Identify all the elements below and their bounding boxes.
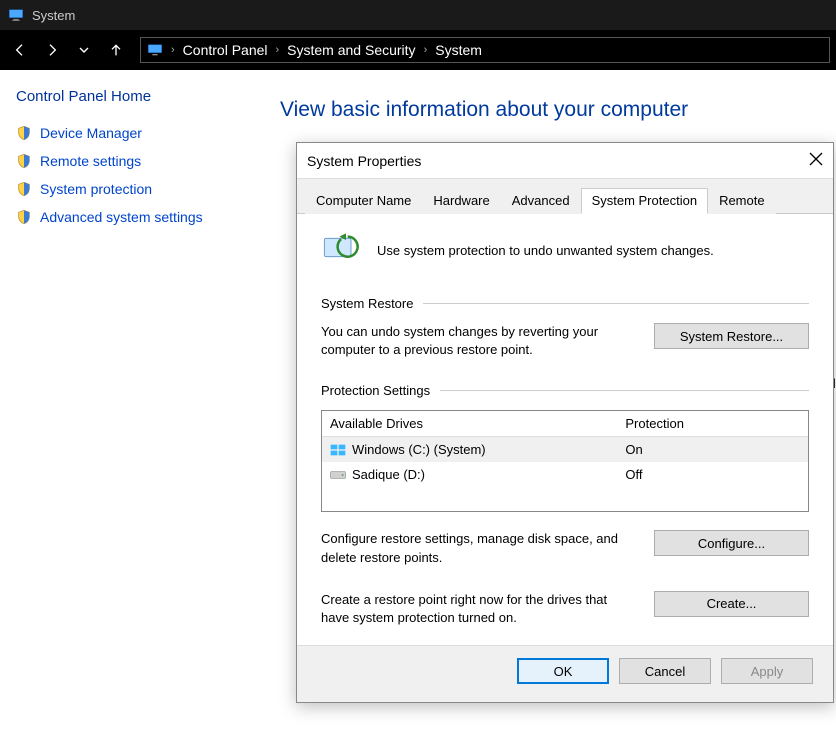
chevron-right-icon: › bbox=[276, 44, 280, 56]
control-panel-home-link[interactable]: Control Panel Home bbox=[16, 88, 244, 105]
cancel-button[interactable]: Cancel bbox=[619, 658, 711, 684]
window-titlebar: System bbox=[0, 0, 836, 30]
sidebar-link-label: Advanced system settings bbox=[40, 209, 203, 225]
divider bbox=[423, 303, 809, 304]
divider bbox=[440, 390, 809, 391]
table-row[interactable]: Windows (C:) (System) On bbox=[322, 437, 808, 462]
chevron-right-icon: › bbox=[424, 44, 428, 56]
tab-hardware[interactable]: Hardware bbox=[422, 188, 500, 214]
dialog-titlebar: System Properties bbox=[297, 143, 833, 179]
system-properties-dialog: System Properties Computer NameHardwareA… bbox=[296, 142, 834, 703]
back-button[interactable] bbox=[6, 36, 34, 64]
tab-remote[interactable]: Remote bbox=[708, 188, 776, 214]
sidebar-link-advanced-system-settings[interactable]: Advanced system settings bbox=[16, 209, 244, 225]
sidebar: Control Panel Home Device Manager Remote … bbox=[0, 70, 260, 735]
drive-name: Sadique (D:) bbox=[352, 467, 425, 482]
breadcrumb-segment[interactable]: System and Security bbox=[287, 42, 415, 58]
close-button[interactable] bbox=[809, 152, 823, 169]
page-heading: View basic information about your comput… bbox=[280, 98, 816, 122]
chevron-right-icon: › bbox=[171, 44, 175, 56]
configure-description: Configure restore settings, manage disk … bbox=[321, 530, 638, 566]
forward-button[interactable] bbox=[38, 36, 66, 64]
system-icon bbox=[147, 42, 163, 58]
system-restore-button[interactable]: System Restore... bbox=[654, 323, 809, 349]
column-header-protection[interactable]: Protection bbox=[617, 411, 808, 436]
address-bar-row: › Control Panel › System and Security › … bbox=[0, 30, 836, 70]
create-description: Create a restore point right now for the… bbox=[321, 591, 638, 627]
drive-name: Windows (C:) (System) bbox=[352, 442, 486, 457]
dialog-footer: OK Cancel Apply bbox=[297, 645, 833, 702]
dialog-tabs: Computer NameHardwareAdvancedSystem Prot… bbox=[297, 179, 833, 214]
create-button[interactable]: Create... bbox=[654, 591, 809, 617]
sidebar-link-label: Remote settings bbox=[40, 153, 141, 169]
system-protection-icon bbox=[321, 230, 361, 270]
breadcrumb-segment[interactable]: Control Panel bbox=[183, 42, 268, 58]
up-button[interactable] bbox=[102, 36, 130, 64]
table-row[interactable]: Sadique (D:) Off bbox=[322, 462, 808, 487]
breadcrumb[interactable]: › Control Panel › System and Security › … bbox=[140, 37, 830, 63]
system-icon bbox=[8, 7, 24, 23]
sidebar-link-label: Device Manager bbox=[40, 125, 142, 141]
ok-button[interactable]: OK bbox=[517, 658, 609, 684]
sidebar-link-system-protection[interactable]: System protection bbox=[16, 181, 244, 197]
drive-status: Off bbox=[617, 462, 808, 487]
dialog-intro-text: Use system protection to undo unwanted s… bbox=[377, 243, 714, 258]
recent-locations-button[interactable] bbox=[70, 36, 98, 64]
section-heading-protection: Protection Settings bbox=[321, 383, 430, 398]
dialog-body: Use system protection to undo unwanted s… bbox=[297, 214, 833, 645]
dialog-title: System Properties bbox=[307, 153, 421, 169]
section-heading-restore: System Restore bbox=[321, 296, 413, 311]
configure-button[interactable]: Configure... bbox=[654, 530, 809, 556]
window-title: System bbox=[32, 8, 75, 23]
sidebar-link-label: System protection bbox=[40, 181, 152, 197]
sidebar-link-device-manager[interactable]: Device Manager bbox=[16, 125, 244, 141]
tab-computer-name[interactable]: Computer Name bbox=[305, 188, 422, 214]
drive-status: On bbox=[617, 437, 808, 462]
restore-description: You can undo system changes by reverting… bbox=[321, 323, 638, 359]
drives-table[interactable]: Available Drives Protection Windows (C:)… bbox=[321, 410, 809, 512]
apply-button[interactable]: Apply bbox=[721, 658, 813, 684]
sidebar-link-remote-settings[interactable]: Remote settings bbox=[16, 153, 244, 169]
tab-advanced[interactable]: Advanced bbox=[501, 188, 581, 214]
tab-system-protection[interactable]: System Protection bbox=[581, 188, 709, 214]
column-header-drives[interactable]: Available Drives bbox=[322, 411, 617, 436]
breadcrumb-segment[interactable]: System bbox=[435, 42, 482, 58]
